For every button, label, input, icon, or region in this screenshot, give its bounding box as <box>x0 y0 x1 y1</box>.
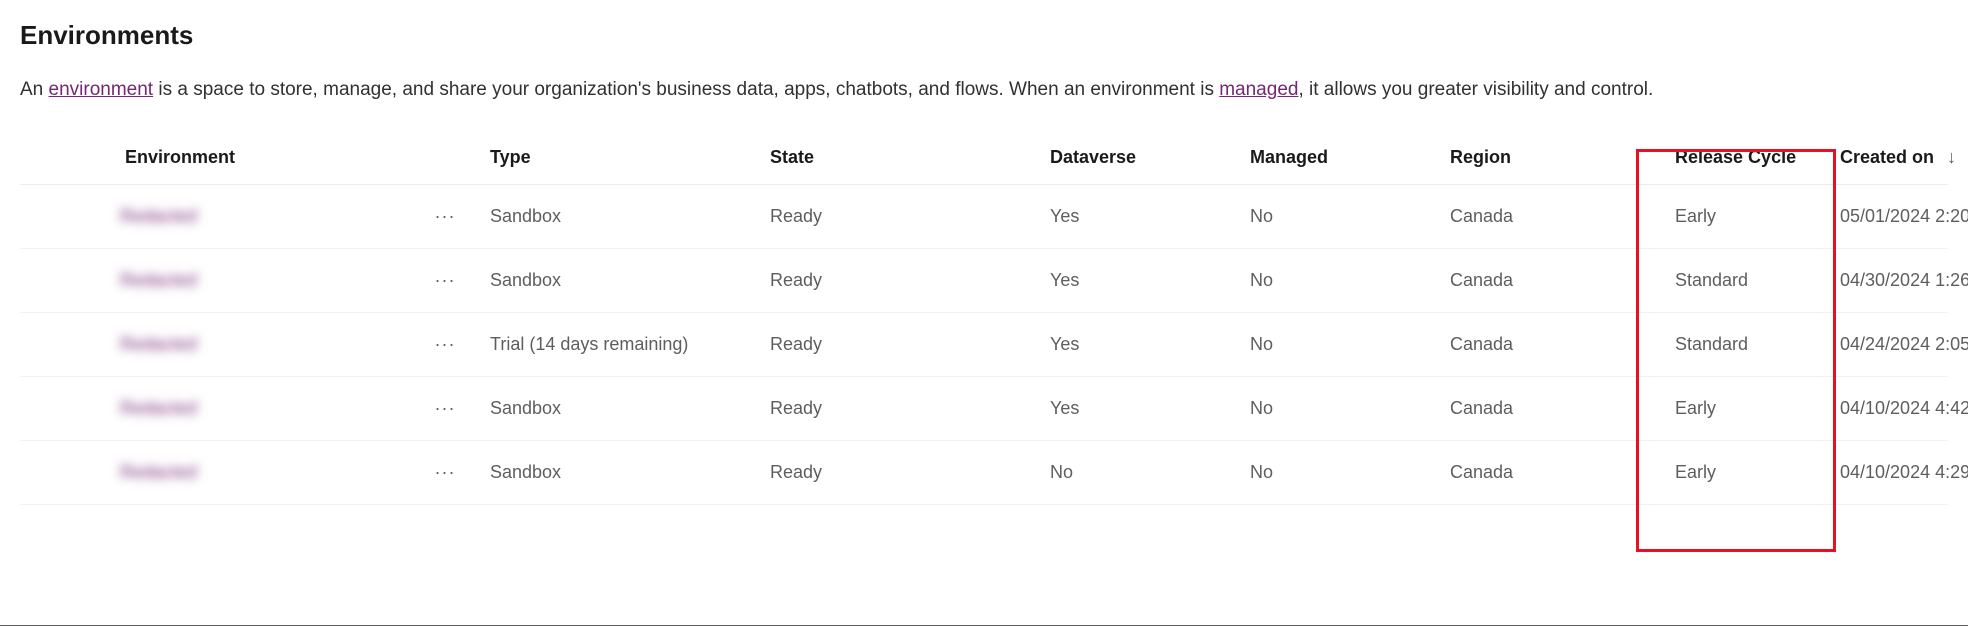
type-cell: Trial (14 days remaining) <box>490 334 770 355</box>
column-header-managed[interactable]: Managed <box>1250 147 1450 168</box>
environment-name-cell[interactable]: Redacted <box>100 206 400 227</box>
state-cell: Ready <box>770 270 1050 291</box>
table-row[interactable]: Redacted ··· Sandbox Ready Yes No Canada… <box>20 377 1948 441</box>
managed-cell: No <box>1250 398 1450 419</box>
table-row[interactable]: Redacted ··· Sandbox Ready No No Canada … <box>20 441 1948 505</box>
environment-name-cell[interactable]: Redacted <box>100 270 400 291</box>
column-header-created-on[interactable]: Created on ↓ <box>1840 147 1968 168</box>
intro-post: , it allows you greater visibility and c… <box>1298 79 1653 100</box>
release-cycle-cell: Early <box>1650 398 1840 419</box>
managed-cell: No <box>1250 270 1450 291</box>
environment-name-link[interactable]: Redacted <box>120 206 197 226</box>
column-header-release-cycle[interactable]: Release Cycle <box>1650 147 1840 168</box>
region-cell: Canada <box>1450 462 1650 483</box>
created-on-cell: 04/10/2024 4:29 PM <box>1840 462 1968 483</box>
type-cell: Sandbox <box>490 270 770 291</box>
created-on-cell: 04/24/2024 2:05 PM <box>1840 334 1968 355</box>
row-actions-cell: ··· <box>400 398 490 419</box>
environment-link[interactable]: environment <box>49 79 154 100</box>
environment-name-cell[interactable]: Redacted <box>100 462 400 483</box>
type-cell: Sandbox <box>490 398 770 419</box>
type-cell: Sandbox <box>490 462 770 483</box>
table-body: Redacted ··· Sandbox Ready Yes No Canada… <box>20 185 1948 505</box>
created-on-label: Created on <box>1840 147 1934 167</box>
state-cell: Ready <box>770 334 1050 355</box>
sort-descending-icon: ↓ <box>1947 147 1956 167</box>
environment-name-link[interactable]: Redacted <box>120 462 197 482</box>
intro-text: An environment is a space to store, mana… <box>20 79 1948 101</box>
environment-name-link[interactable]: Redacted <box>120 270 197 290</box>
environments-table: Environment Type State Dataverse Managed… <box>20 129 1948 505</box>
more-actions-icon[interactable]: ··· <box>435 206 456 227</box>
release-cycle-cell: Early <box>1650 462 1840 483</box>
region-cell: Canada <box>1450 270 1650 291</box>
release-cycle-cell: Standard <box>1650 270 1840 291</box>
region-cell: Canada <box>1450 398 1650 419</box>
region-cell: Canada <box>1450 206 1650 227</box>
dataverse-cell: No <box>1050 462 1250 483</box>
more-actions-icon[interactable]: ··· <box>435 270 456 291</box>
environment-name-link[interactable]: Redacted <box>120 334 197 354</box>
created-on-cell: 04/10/2024 4:42 PM <box>1840 398 1968 419</box>
row-actions-cell: ··· <box>400 270 490 291</box>
more-actions-icon[interactable]: ··· <box>435 462 456 483</box>
dataverse-cell: Yes <box>1050 398 1250 419</box>
state-cell: Ready <box>770 398 1050 419</box>
intro-pre: An <box>20 79 49 100</box>
environment-name-link[interactable]: Redacted <box>120 398 197 418</box>
created-on-cell: 05/01/2024 2:20 PM <box>1840 206 1968 227</box>
column-header-state[interactable]: State <box>770 147 1050 168</box>
dataverse-cell: Yes <box>1050 270 1250 291</box>
table-row[interactable]: Redacted ··· Trial (14 days remaining) R… <box>20 313 1948 377</box>
table-row[interactable]: Redacted ··· Sandbox Ready Yes No Canada… <box>20 249 1948 313</box>
environment-name-cell[interactable]: Redacted <box>100 398 400 419</box>
dataverse-cell: Yes <box>1050 206 1250 227</box>
more-actions-icon[interactable]: ··· <box>435 334 456 355</box>
type-cell: Sandbox <box>490 206 770 227</box>
region-cell: Canada <box>1450 334 1650 355</box>
page-title: Environments <box>20 20 1948 51</box>
column-header-environment[interactable]: Environment <box>100 147 400 168</box>
table-row[interactable]: Redacted ··· Sandbox Ready Yes No Canada… <box>20 185 1948 249</box>
more-actions-icon[interactable]: ··· <box>435 398 456 419</box>
created-on-cell: 04/30/2024 1:26 PM <box>1840 270 1968 291</box>
managed-cell: No <box>1250 462 1450 483</box>
row-actions-cell: ··· <box>400 462 490 483</box>
intro-mid: is a space to store, manage, and share y… <box>153 79 1219 100</box>
managed-cell: No <box>1250 206 1450 227</box>
state-cell: Ready <box>770 206 1050 227</box>
managed-link[interactable]: managed <box>1219 79 1298 100</box>
managed-cell: No <box>1250 334 1450 355</box>
row-actions-cell: ··· <box>400 206 490 227</box>
dataverse-cell: Yes <box>1050 334 1250 355</box>
state-cell: Ready <box>770 462 1050 483</box>
release-cycle-cell: Standard <box>1650 334 1840 355</box>
release-cycle-cell: Early <box>1650 206 1840 227</box>
column-header-region[interactable]: Region <box>1450 147 1650 168</box>
environment-name-cell[interactable]: Redacted <box>100 334 400 355</box>
table-header-row: Environment Type State Dataverse Managed… <box>20 129 1948 185</box>
row-actions-cell: ··· <box>400 334 490 355</box>
column-header-type[interactable]: Type <box>490 147 770 168</box>
column-header-dataverse[interactable]: Dataverse <box>1050 147 1250 168</box>
